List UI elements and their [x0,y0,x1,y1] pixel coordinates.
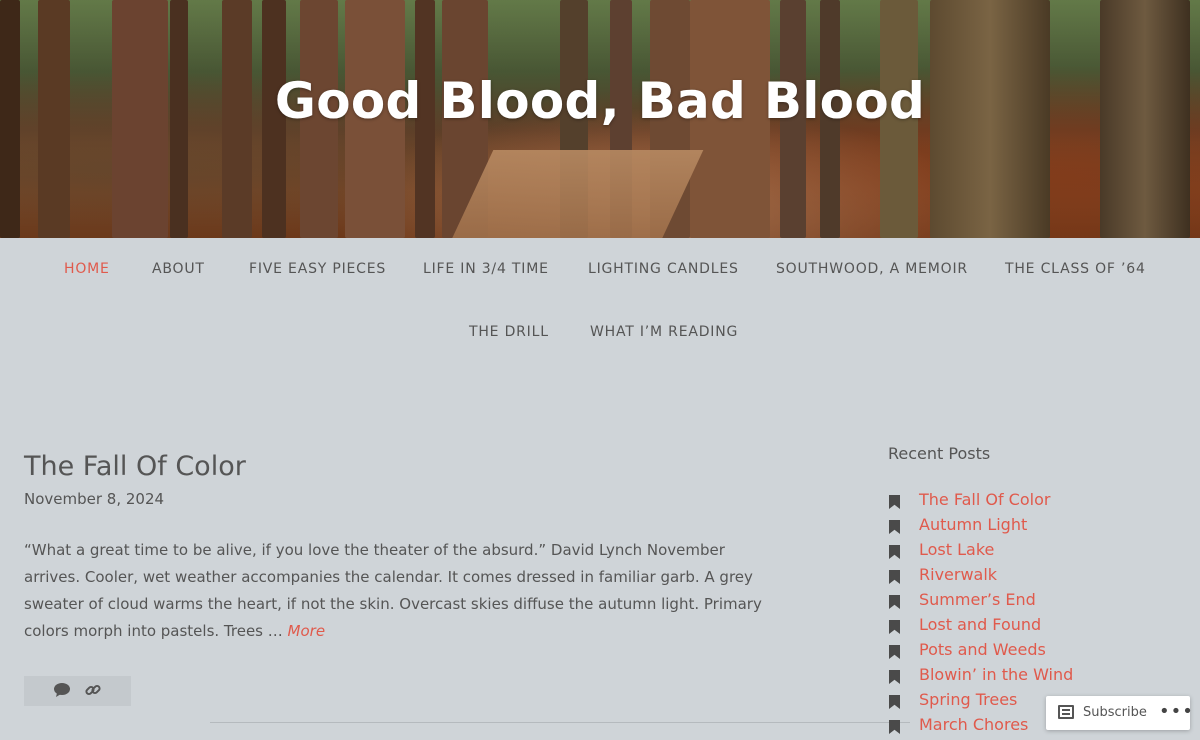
recent-posts-title: Recent Posts [888,444,991,463]
bookmark-icon [889,620,900,634]
bookmark-icon [889,570,900,584]
comment-icon[interactable] [53,682,71,702]
subscribe-button[interactable]: Subscribe [1083,705,1147,720]
recent-post-link[interactable]: Pots and Weeds [919,640,1046,659]
recent-post-link[interactable]: Riverwalk [919,565,997,584]
bookmark-icon [889,545,900,559]
bookmark-icon [889,495,900,509]
more-link[interactable]: More [288,622,326,640]
bookmark-icon [889,645,900,659]
recent-post-link[interactable]: Autumn Light [919,515,1027,534]
site-title[interactable]: Good Blood, Bad Blood [0,72,1200,130]
bookmark-icon [889,720,900,734]
more-options-icon[interactable]: ••• [1159,701,1194,722]
recent-post-link[interactable]: Lost and Found [919,615,1041,634]
link-icon[interactable] [85,682,101,702]
nav-item-what-im-reading[interactable]: WHAT I’M READING [590,324,738,340]
reader-icon[interactable] [1058,705,1074,719]
post-excerpt: “What a great time to be alive, if you l… [24,537,764,645]
recent-post-link[interactable]: Blowin’ in the Wind [919,665,1073,684]
nav-item-home[interactable]: HOME [64,261,110,277]
post-date[interactable]: November 8, 2024 [24,490,164,508]
bookmark-icon [889,695,900,709]
post-meta [24,676,131,706]
nav-item-class-of-64[interactable]: THE CLASS OF ’64 [1005,261,1146,277]
recent-post-link[interactable]: The Fall Of Color [919,490,1050,509]
post-title[interactable]: The Fall Of Color [24,451,246,482]
nav-item-the-drill[interactable]: THE DRILL [469,324,549,340]
post-excerpt-text: “What a great time to be alive, if you l… [24,541,762,640]
nav-item-southwood[interactable]: SOUTHWOOD, A MEMOIR [776,261,968,277]
nav-item-about[interactable]: ABOUT [152,261,205,277]
bookmark-icon [889,670,900,684]
recent-post-link[interactable]: March Chores [919,715,1028,734]
post-divider [210,722,910,723]
nav-item-lighting-candles[interactable]: LIGHTING CANDLES [588,261,739,277]
recent-post-link[interactable]: Spring Trees [919,690,1017,709]
recent-post-link[interactable]: Lost Lake [919,540,994,559]
nav-item-five-easy-pieces[interactable]: FIVE EASY PIECES [249,261,386,277]
subscribe-bar: Subscribe ••• [1046,696,1193,730]
bookmark-icon [889,520,900,534]
recent-post-link[interactable]: Summer’s End [919,590,1036,609]
nav-item-life-in-3-4-time[interactable]: LIFE IN 3/4 TIME [423,261,549,277]
bookmark-icon [889,595,900,609]
header-banner: Good Blood, Bad Blood [0,0,1200,238]
